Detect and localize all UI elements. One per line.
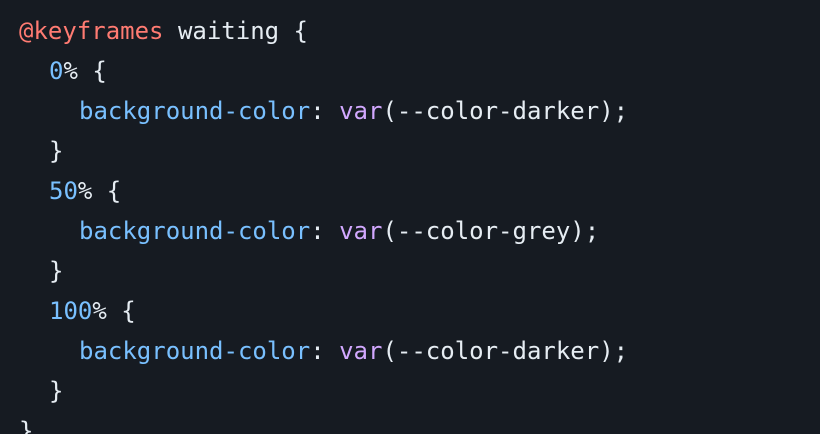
code-token-function: var <box>339 337 383 365</box>
code-token-property: background-color <box>79 97 311 125</box>
code-line: background-color: var(--color-grey); <box>79 211 599 251</box>
code-token-number: 100 <box>49 297 93 325</box>
code-line: background-color: var(--color-darker); <box>79 91 628 131</box>
code-line: 100% { <box>49 291 136 331</box>
code-line: background-color: var(--color-darker); <box>79 331 628 371</box>
code-line: } <box>49 251 63 291</box>
code-line: } <box>49 371 63 411</box>
code-token-plain: (--color-darker); <box>382 97 629 125</box>
code-token-plain: (--color-grey); <box>382 217 600 245</box>
code-token-property: background-color <box>79 217 311 245</box>
code-token-plain: } <box>49 257 64 285</box>
code-token-property: background-color <box>79 337 311 365</box>
code-token-function: var <box>339 97 383 125</box>
code-token-plain: : <box>310 337 340 365</box>
code-line: 0% { <box>49 51 107 91</box>
code-line: } <box>49 131 63 171</box>
code-token-plain: % { <box>77 177 122 205</box>
code-token-plain: (--color-darker); <box>382 337 629 365</box>
code-token-plain: } <box>49 377 64 405</box>
code-line: 50% { <box>49 171 121 211</box>
code-token-plain: waiting { <box>163 17 308 45</box>
code-token-plain: } <box>19 417 34 434</box>
code-token-plain: : <box>310 97 340 125</box>
code-token-plain: } <box>49 137 64 165</box>
code-line: } <box>19 411 33 434</box>
code-token-plain: : <box>310 217 340 245</box>
code-token-number: 0 <box>49 57 64 85</box>
code-token-at-rule: @keyframes <box>19 17 164 45</box>
code-block: @keyframes waiting {0% {background-color… <box>0 0 820 434</box>
code-token-plain: % { <box>63 57 107 85</box>
code-token-function: var <box>339 217 383 245</box>
code-token-number: 50 <box>49 177 78 205</box>
code-line: @keyframes waiting { <box>19 11 308 51</box>
code-token-plain: % { <box>92 297 136 325</box>
